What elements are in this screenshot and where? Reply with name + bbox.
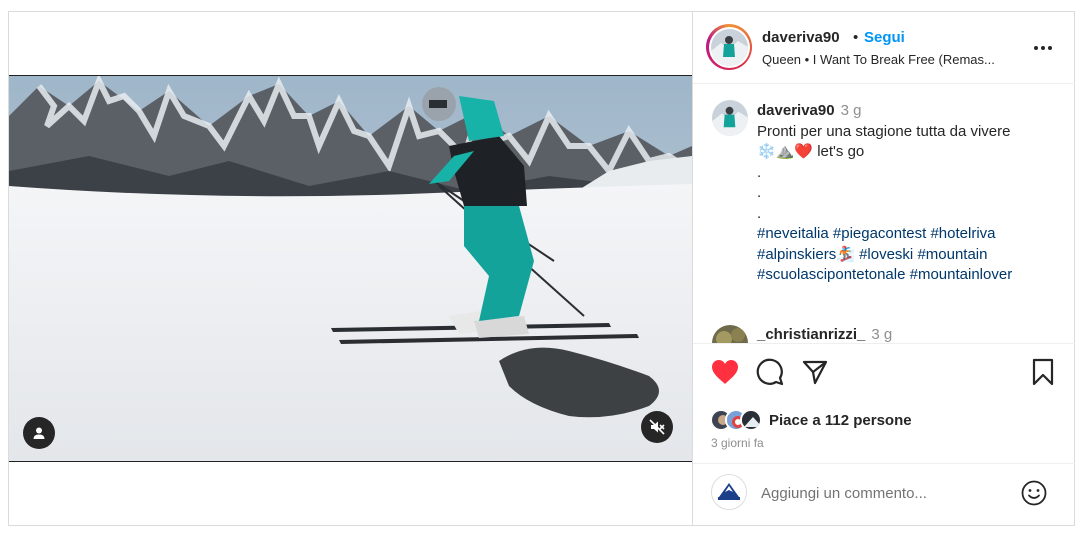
caption-line-2: ❄️⛰️❤️ let's go bbox=[757, 142, 1057, 163]
liker-avatar bbox=[740, 409, 762, 431]
likes-count[interactable]: Piace a 112 persone bbox=[769, 412, 912, 429]
caption-avatar[interactable] bbox=[712, 100, 748, 136]
emoji-icon bbox=[1021, 480, 1047, 506]
more-horizontal-icon bbox=[1034, 46, 1052, 50]
hashtag-link[interactable]: #loveski bbox=[859, 246, 913, 263]
ski-video-frame bbox=[9, 76, 692, 461]
media-area bbox=[9, 12, 692, 525]
tagged-users-button[interactable] bbox=[23, 417, 55, 449]
hashtag-link[interactable]: #neveitalia bbox=[757, 225, 829, 242]
avatar bbox=[710, 28, 748, 66]
caption-dot: . bbox=[757, 204, 762, 222]
share-icon bbox=[802, 360, 828, 385]
story-ring[interactable] bbox=[706, 24, 752, 70]
comment-button[interactable] bbox=[755, 357, 785, 387]
hashtags-line: #neveitalia #piegacontest #hotelriva bbox=[757, 224, 1057, 245]
comment-time: 3 g bbox=[871, 326, 893, 343]
caption-dot: . bbox=[757, 184, 762, 201]
post-dialog: daveriva90 • Segui Queen • I Want To Bre… bbox=[8, 11, 1075, 526]
caption-username[interactable]: daveriva90 bbox=[757, 102, 835, 119]
post-date: 3 giorni fa bbox=[711, 436, 764, 450]
add-comment-bar bbox=[693, 463, 1075, 525]
comment-icon bbox=[756, 358, 784, 386]
caption-emojis: ❄️⛰️❤️ bbox=[757, 143, 814, 160]
current-user-avatar bbox=[711, 474, 747, 510]
user-icon bbox=[33, 427, 45, 439]
heart-filled-icon bbox=[712, 360, 738, 384]
likes-summary[interactable]: Piace a 112 persone bbox=[710, 408, 912, 432]
audio-track-link[interactable]: Queen • I Want To Break Free (Remas... bbox=[762, 52, 995, 67]
comments-section: daveriva90 3 g Pronti per una stagione tu… bbox=[693, 85, 1075, 343]
comment-username[interactable]: _christianrizzi_ bbox=[757, 326, 865, 343]
hashtag-link[interactable]: #piegacontest bbox=[833, 225, 926, 242]
hashtag-link[interactable]: #mountain bbox=[917, 246, 987, 263]
more-options-button[interactable] bbox=[1031, 36, 1055, 60]
bookmark-icon bbox=[1032, 358, 1054, 386]
hashtag-link[interactable]: #scuolascipontetonale bbox=[757, 266, 905, 283]
share-button[interactable] bbox=[800, 357, 830, 387]
hashtag-link[interactable]: #alpinskiers🏂 bbox=[757, 246, 855, 263]
actions-bar: Piace a 112 persone 3 giorni fa bbox=[693, 343, 1075, 463]
hashtag-link[interactable]: #hotelriva bbox=[930, 225, 995, 242]
follow-button[interactable]: Segui bbox=[864, 29, 905, 46]
like-button[interactable] bbox=[710, 357, 740, 387]
speaker-muted-icon bbox=[649, 419, 665, 435]
video-player[interactable] bbox=[9, 75, 692, 462]
emoji-button[interactable] bbox=[1020, 479, 1048, 507]
comment-row: _christianrizzi_ 3 g bbox=[757, 326, 892, 343]
caption-dot: . bbox=[757, 163, 762, 181]
hashtags-line: #alpinskiers🏂 #loveski #mountain bbox=[757, 245, 1057, 266]
save-button[interactable] bbox=[1028, 357, 1058, 387]
caption-line-1: Pronti per una stagione tutta da vivere bbox=[757, 122, 1011, 140]
separator-dot: • bbox=[853, 29, 859, 46]
author-username[interactable]: daveriva90 bbox=[762, 29, 840, 46]
caption-time: 3 g bbox=[840, 102, 862, 119]
post-side-panel: daveriva90 • Segui Queen • I Want To Bre… bbox=[692, 12, 1075, 525]
hashtag-link[interactable]: #mountainlover bbox=[910, 266, 1013, 283]
hashtags-line: #scuolascipontetonale #mountainlover bbox=[757, 265, 1057, 286]
post-header: daveriva90 • Segui Queen • I Want To Bre… bbox=[693, 12, 1075, 84]
mute-button[interactable] bbox=[641, 411, 673, 443]
caption: daveriva90 3 g Pronti per una stagione tu… bbox=[757, 101, 1057, 286]
caption-lets-go: let's go bbox=[813, 143, 865, 160]
comment-avatar[interactable] bbox=[712, 325, 748, 343]
add-comment-input[interactable] bbox=[761, 481, 1001, 505]
